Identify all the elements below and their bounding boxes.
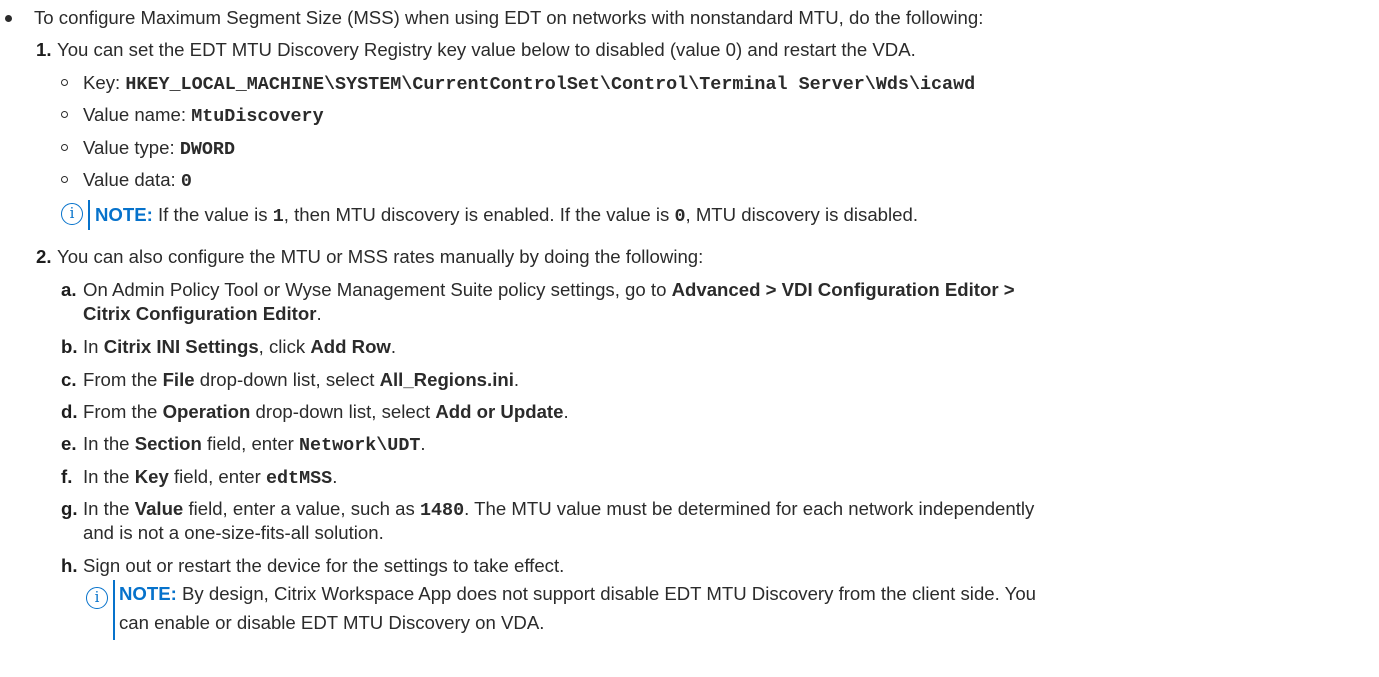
substep-text: . (390, 336, 397, 357)
value-data-line: Value data: 0 (83, 168, 192, 194)
ui-label: Value (134, 498, 184, 519)
note-text: , then MTU discovery is enabled. If the … (283, 204, 675, 225)
note-label: NOTE: (119, 583, 177, 604)
ui-label: Section (134, 433, 202, 454)
note-2-line-1: NOTE: By design, Citrix Workspace App do… (119, 582, 1036, 606)
substep-text: . (513, 369, 520, 390)
ui-label: Add Row (310, 336, 391, 357)
substep-e-text: In the Section field, enter Network\UDT. (83, 432, 426, 458)
substep-a-text: On Admin Policy Tool or Wyse Management … (83, 278, 1015, 302)
info-icon: i (86, 587, 108, 609)
substep-a-text-cont: Citrix Configuration Editor. (83, 302, 322, 326)
value-type-value: DWORD (179, 139, 236, 160)
ui-label: Operation (162, 401, 251, 422)
ring-bullet (61, 176, 68, 183)
registry-key-line: Key: HKEY_LOCAL_MACHINE\SYSTEM\CurrentCo… (83, 71, 975, 97)
note-1-text: NOTE: If the value is 1, then MTU discov… (95, 203, 918, 229)
value-type-line: Value type: DWORD (83, 136, 235, 162)
step-2-marker: 2. (36, 246, 52, 267)
substep-text: In the (83, 433, 135, 454)
bullet-dot (5, 15, 12, 22)
note-text: By design, Citrix Workspace App does not… (176, 583, 1036, 604)
substep-b-text: In Citrix INI Settings, click Add Row. (83, 335, 396, 359)
menu-path: Advanced > VDI Configuration Editor > (671, 279, 1015, 300)
info-icon: i (61, 203, 83, 225)
substep-text: From the (83, 369, 163, 390)
note-2-line-2: can enable or disable EDT MTU Discovery … (119, 612, 545, 633)
ui-label: Citrix INI Settings (103, 336, 259, 357)
registry-key-value: HKEY_LOCAL_MACHINE\SYSTEM\CurrentControl… (125, 74, 976, 95)
substep-d-marker: d. (61, 401, 78, 422)
note-value-1: 1 (272, 206, 284, 227)
substep-text: . (420, 433, 426, 454)
note-divider (88, 200, 90, 230)
substep-h-text: Sign out or restart the device for the s… (83, 555, 565, 576)
substep-text: From the (83, 401, 163, 422)
value-name-value: MtuDiscovery (191, 106, 324, 127)
substep-text: . The MTU value must be determined for e… (464, 498, 1035, 519)
substep-e-marker: e. (61, 433, 77, 454)
substep-a-marker: a. (61, 279, 77, 300)
menu-path: Citrix Configuration Editor (83, 303, 317, 324)
substep-text: . (563, 401, 569, 422)
note-divider (113, 580, 115, 640)
substep-text: , click (258, 336, 311, 357)
substep-b-marker: b. (61, 336, 78, 357)
substep-text: field, enter a value, such as (183, 498, 420, 519)
key-label: Key: (83, 72, 126, 93)
substep-text: . (316, 303, 322, 324)
substep-text: In the (83, 466, 135, 487)
note-text: If the value is (152, 204, 273, 225)
ring-bullet (61, 79, 68, 86)
substep-c-marker: c. (61, 369, 77, 390)
value-type-label: Value type: (83, 137, 180, 158)
ring-bullet (61, 111, 68, 118)
substep-text: field, enter (168, 466, 266, 487)
step-1-text: You can set the EDT MTU Discovery Regist… (57, 39, 916, 60)
value-data-value: 0 (180, 171, 192, 192)
code-value: Network\UDT (299, 435, 421, 456)
ring-bullet (61, 144, 68, 151)
substep-text: drop-down list, select (250, 401, 436, 422)
substep-text: drop-down list, select (194, 369, 380, 390)
ui-label: Key (134, 466, 169, 487)
note-text: , MTU discovery is disabled. (685, 204, 918, 225)
ui-label: File (162, 369, 195, 390)
code-value: 1480 (419, 500, 465, 521)
value-data-label: Value data: (83, 169, 181, 190)
substep-g-text-cont: and is not a one-size-fits-all solution. (83, 522, 384, 543)
value-name-label: Value name: (83, 104, 192, 125)
substep-text: field, enter (201, 433, 300, 454)
substep-text: In (83, 336, 104, 357)
step-1-marker: 1. (36, 39, 52, 60)
ui-label: Add or Update (435, 401, 564, 422)
substep-c-text: From the File drop-down list, select All… (83, 368, 519, 392)
substep-text: In the (83, 498, 135, 519)
code-value: edtMSS (265, 468, 333, 489)
substep-g-marker: g. (61, 498, 78, 519)
intro-text: To configure Maximum Segment Size (MSS) … (34, 7, 984, 28)
note-value-0: 0 (674, 206, 686, 227)
substep-text: On Admin Policy Tool or Wyse Management … (83, 279, 672, 300)
ui-label: All_Regions.ini (379, 369, 514, 390)
substep-f-marker: f. (61, 466, 73, 487)
value-name-line: Value name: MtuDiscovery (83, 103, 324, 129)
substep-d-text: From the Operation drop-down list, selec… (83, 400, 569, 424)
note-label: NOTE: (95, 204, 153, 225)
substep-h-marker: h. (61, 555, 78, 576)
step-2-text: You can also configure the MTU or MSS ra… (57, 246, 704, 267)
substep-g-text: In the Value field, enter a value, such … (83, 497, 1034, 523)
substep-f-text: In the Key field, enter edtMSS. (83, 465, 337, 491)
substep-text: . (332, 466, 338, 487)
